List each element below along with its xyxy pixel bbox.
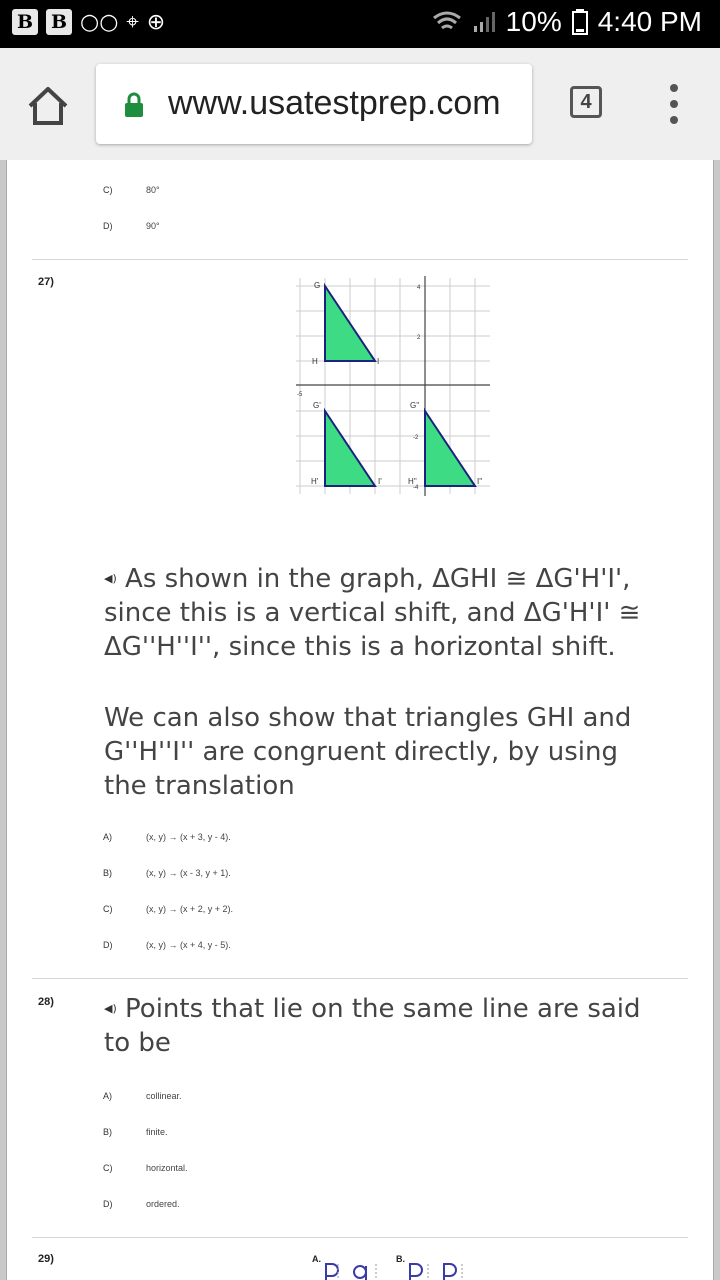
tick-y-neg4: -4 [413,485,419,491]
clock: 4:40 PM [597,6,702,37]
tab-switcher-button[interactable]: 4 [570,86,602,118]
left-frame-border [0,160,7,1280]
wifi-call-icon: ⌖ [126,9,139,35]
q27-option-a[interactable]: (x, y) → (x + 3, y - 4). [146,832,231,842]
q28-number: 28) [38,996,54,1008]
right-frame-border [713,160,720,1280]
q28-option-a[interactable]: collinear. [146,1091,182,1101]
q26-option-c[interactable]: 80° [146,185,160,195]
label-h1: H' [311,477,319,486]
label-g: G [314,281,320,290]
q27-text-p1: ◀) As shown in the graph, ΔGHI ≅ ΔG'H'I'… [104,564,641,662]
tick-x-neg5: -5 [297,392,303,398]
q27-text-p2: We can also show that triangles GHI and … [104,703,632,801]
battery-percent: 10% [505,6,562,37]
status-left-icons: B B ○○ ⌖ ⊕ [12,9,165,35]
q26-option-d[interactable]: 90° [146,221,160,231]
label-i: I [377,357,379,366]
q28-option-b-letter: B) [103,1127,112,1137]
address-bar[interactable]: www.usatestprep.com [96,64,532,144]
url-text[interactable]: www.usatestprep.com [168,84,501,123]
speaker-icon[interactable]: ◀) [104,1002,117,1015]
overflow-menu-icon[interactable] [664,84,684,124]
q28-option-c[interactable]: horizontal. [146,1163,188,1173]
q27-option-d[interactable]: (x, y) → (x + 4, y - 5). [146,940,231,950]
q27-option-b[interactable]: (x, y) → (x - 3, y + 1). [146,868,231,878]
q29-figure: A. B. [312,1254,463,1280]
battery-icon [571,9,588,35]
q28-option-d[interactable]: ordered. [146,1199,180,1209]
status-bar: B B ○○ ⌖ ⊕ 10% 4:40 PM [0,0,720,48]
divider [32,259,688,260]
home-icon[interactable] [26,84,70,128]
translation-graph: G H I G' H' I' G'' H'' I'' 4 2 -2 -4 -5 [296,276,490,496]
plus-circle-icon: ⊕ [146,9,166,35]
q27-option-c[interactable]: (x, y) → (x + 2, y + 2). [146,904,233,914]
divider [32,978,688,979]
q27-number: 27) [38,276,54,288]
signal-icon [473,12,495,32]
q28-text: ◀) Points that lie on the same line are … [104,994,641,1058]
q27-option-d-letter: D) [103,940,113,950]
q29-letter-shapes [325,1263,457,1280]
q27-option-c-letter: C) [103,904,113,914]
label-i1: I' [378,477,382,486]
divider [32,1237,688,1238]
q28-option-b[interactable]: finite. [146,1127,168,1137]
voicemail-icon: ○○ [80,9,119,35]
speaker-icon[interactable]: ◀) [104,572,117,585]
q29-label-a: A. [312,1254,321,1264]
app-b-icon: B [12,9,38,35]
q26-option-d-letter: D) [103,221,113,231]
q28-option-c-letter: C) [103,1163,113,1173]
status-right: 10% 4:40 PM [432,6,702,38]
app-b-icon-2: B [46,9,72,35]
page-content: C) 80° D) 90° 27) G H I G' H' I' G'' H''… [0,160,720,1280]
q26-option-c-letter: C) [103,185,113,195]
label-i2: I'' [477,477,483,486]
tick-y-neg2: -2 [413,435,419,441]
q28-option-d-letter: D) [103,1199,113,1209]
q28-option-a-letter: A) [103,1091,112,1101]
lock-icon [125,92,143,117]
q29-label-b: B. [396,1254,405,1264]
q29-number: 29) [38,1253,54,1265]
wifi-icon [432,11,461,30]
q27-option-b-letter: B) [103,868,112,878]
label-g2: G'' [410,401,420,410]
label-h: H [312,357,318,366]
q27-option-a-letter: A) [103,832,112,842]
label-g1: G' [313,401,321,410]
browser-toolbar: www.usatestprep.com 4 [0,48,720,160]
